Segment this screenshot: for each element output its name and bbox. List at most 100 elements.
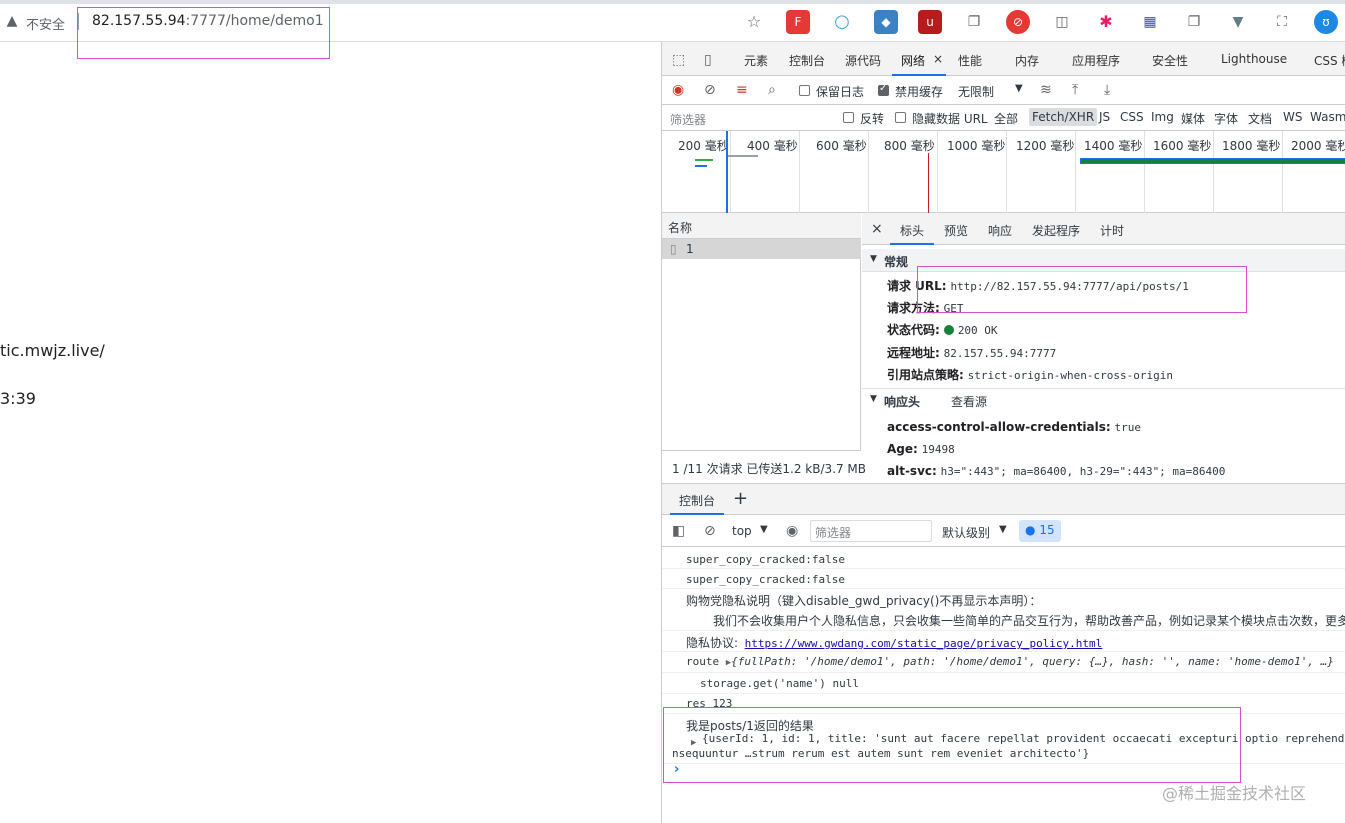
console-filter-input[interactable]: 筛选器 [810, 520, 932, 542]
filter-type-all[interactable]: 全部 [994, 110, 1018, 127]
timeline-label: 200 毫秒 [678, 139, 729, 153]
network-overview[interactable]: 200 毫秒 400 毫秒 600 毫秒 800 毫秒 1000 毫秒 1200… [662, 131, 1345, 213]
disable-cache-label: 禁用缓存 [895, 85, 944, 99]
route-object[interactable]: {fullPath: '/home/demo1', path: '/home/d… [731, 655, 1334, 668]
profile-extension-icon[interactable]: ʊ [1314, 10, 1338, 34]
tab-performance[interactable]: 性能 [958, 52, 982, 69]
chevron-down-icon[interactable]: ▼ [1015, 83, 1023, 94]
import-har-icon[interactable]: ⤒ [1072, 82, 1078, 98]
clear-console-icon[interactable]: ⊘ [704, 523, 716, 539]
console-message: super_copy_cracked:false [686, 573, 845, 586]
document-icon: ▯ [670, 242, 677, 256]
export-har-icon[interactable]: ⤓ [1104, 82, 1110, 98]
filter-type-ws[interactable]: WS [1283, 110, 1302, 124]
screenshot-extension-icon[interactable]: ⛶ [1270, 10, 1294, 34]
filter-type-doc[interactable]: 文档 [1248, 110, 1272, 127]
timeline-label: 400 毫秒 [747, 139, 798, 153]
privacy-policy-link[interactable]: https://www.gwdang.com/static_page/priva… [745, 637, 1103, 650]
close-network-tab-icon[interactable]: × [933, 52, 943, 66]
filter-icon[interactable]: ≡ [736, 82, 748, 98]
request-details: × 标头 预览 响应 发起程序 计时 ▼ 常规 请求 URL: http://8… [862, 213, 1345, 483]
request-url-annotation-box [917, 266, 1247, 313]
inspect-element-icon[interactable]: ⬚ [672, 52, 685, 68]
drawer-tab-console[interactable]: 控制台 [679, 492, 715, 509]
live-expression-eye-icon[interactable]: ◉ [786, 523, 798, 539]
chevron-down-icon[interactable]: ▼ [760, 524, 768, 535]
filter-type-js[interactable]: JS [1099, 110, 1110, 124]
watermark: @稀土掘金技术社区 [1162, 784, 1307, 803]
throttling-select[interactable]: 无限制 [958, 83, 994, 100]
color-extension-icon[interactable]: ✱ [1094, 10, 1118, 34]
filter-type-font[interactable]: 字体 [1214, 110, 1238, 127]
sidebar-toggle-icon[interactable]: ◧ [672, 523, 685, 539]
filter-type-wasm[interactable]: Wasm [1310, 110, 1345, 124]
shopping-extension-icon[interactable]: ◆ [874, 10, 898, 34]
hide-data-urls-checkbox[interactable] [895, 112, 906, 123]
issues-badge[interactable]: ● 15 [1019, 520, 1061, 542]
tab-response[interactable]: 响应 [988, 222, 1012, 239]
vue-devtools-icon[interactable]: ▼ [1226, 10, 1250, 34]
record-icon[interactable]: ◉ [672, 82, 684, 98]
tab-elements[interactable]: 元素 [744, 52, 768, 69]
tab-console[interactable]: 控制台 [789, 52, 825, 69]
filter-type-media[interactable]: 媒体 [1181, 110, 1205, 127]
chevron-down-icon[interactable]: ▼ [999, 524, 1007, 535]
filter-type-css[interactable]: CSS [1120, 110, 1144, 124]
extension-icons: ☆ F ○ ◆ u ❐ ⊘ ◫ ✱ ▦ ❐ ▼ ⛶ ʊ [742, 10, 1345, 34]
network-filter-input[interactable]: 筛选器 [670, 111, 706, 128]
circle-extension-icon[interactable]: ○ [830, 10, 854, 34]
tab-sources[interactable]: 源代码 [845, 52, 881, 69]
device-toolbar-icon[interactable]: ▯ [704, 52, 712, 68]
issues-count: 15 [1039, 523, 1055, 537]
name-header-label: 名称 [668, 221, 693, 235]
security-label[interactable]: 不安全 [26, 14, 65, 33]
general-title: 常规 [884, 255, 909, 269]
log-level-select[interactable]: 默认级别 [942, 524, 990, 541]
summary-text: 1 /11 次请求 已传送1.2 kB/3.7 MB [672, 462, 866, 476]
tab-extension-icon[interactable]: ❐ [1182, 10, 1206, 34]
filter-type-fetch-xhr[interactable]: Fetch/XHR [1029, 108, 1098, 126]
invert-checkbox[interactable] [843, 112, 854, 123]
tab-headers[interactable]: 标头 [900, 222, 924, 239]
fe-helper-icon[interactable]: F [786, 10, 810, 34]
tab-initiator[interactable]: 发起程序 [1032, 222, 1080, 239]
block-extension-icon[interactable]: ⊘ [1006, 10, 1030, 34]
console-message: 购物党隐私说明（键入disable_gwd_privacy()不再显示本声明）： [686, 594, 1042, 608]
timeline-label: 1400 毫秒 [1084, 139, 1143, 153]
add-favorite-icon[interactable]: ☆ [742, 10, 766, 34]
context-select[interactable]: top [732, 524, 752, 538]
ublock-icon[interactable]: u [918, 10, 942, 34]
tab-application[interactable]: 应用程序 [1072, 52, 1120, 69]
copy-extension-icon[interactable]: ❐ [962, 10, 986, 34]
timeline-label: 2000 毫秒 [1291, 139, 1345, 153]
search-icon[interactable]: ⌕ [768, 82, 776, 98]
clear-icon[interactable]: ⊘ [704, 82, 716, 98]
tab-preview[interactable]: 预览 [944, 222, 968, 239]
add-drawer-tab-button[interactable]: + [733, 488, 748, 509]
tab-timing[interactable]: 计时 [1100, 222, 1124, 239]
apps-extension-icon[interactable]: ▦ [1138, 10, 1162, 34]
request-bar [728, 155, 758, 157]
preserve-log-checkbox[interactable] [799, 85, 810, 96]
shield-extension-icon[interactable]: ◫ [1050, 10, 1074, 34]
name-column-header[interactable]: 名称 [662, 213, 861, 239]
response-headers-section-header[interactable]: ▼ 响应头 查看源 [862, 389, 1345, 412]
filter-type-img[interactable]: Img [1151, 110, 1174, 124]
devtools-tabbar: ⬚ ▯ 元素 控制台 源代码 网络 × 性能 内存 应用程序 安全性 Light… [662, 42, 1345, 76]
response-header-row: Age: 19498 [887, 442, 955, 456]
request-row[interactable]: ▯ 1 [662, 239, 861, 259]
browser-toolbar: ▲ 不安全 82.157.55.94:7777/home/demo1 ☆ F ○… [0, 0, 1345, 59]
view-source-link[interactable]: 查看源 [951, 393, 987, 410]
tab-memory[interactable]: 内存 [1015, 52, 1039, 69]
close-details-icon[interactable]: × [871, 221, 883, 237]
tab-css-overview[interactable]: CSS 概 [1314, 52, 1345, 69]
load-event-line [928, 153, 929, 213]
tab-network[interactable]: 网络 [901, 52, 925, 69]
network-conditions-icon[interactable]: ≋ [1040, 82, 1052, 98]
warning-icon[interactable]: ▲ [4, 13, 20, 29]
tab-security[interactable]: 安全性 [1152, 52, 1188, 69]
request-list: 名称 ▯ 1 1 /11 次请求 已传送1.2 kB/3.7 MB [662, 213, 866, 483]
invert-label: 反转 [860, 112, 885, 126]
disable-cache-checkbox[interactable] [878, 83, 889, 96]
tab-lighthouse[interactable]: Lighthouse [1221, 52, 1287, 66]
